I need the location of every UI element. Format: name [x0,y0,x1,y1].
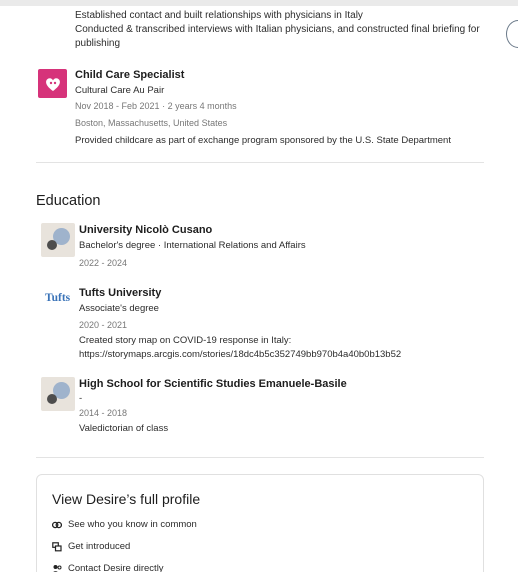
experience-date-range: Nov 2018 - Feb 2021 [75,101,160,111]
cultural-care-logo[interactable] [38,69,67,98]
experience-dates: Nov 2018 - Feb 2021 · 2 years 4 months [75,101,237,111]
experience-company[interactable]: Cultural Care Au Pair [75,85,164,96]
experience-description-line-2: Conducted & transcribed interviews with … [75,24,480,35]
introduction-icon [52,541,62,551]
school-logo-placeholder[interactable] [41,377,75,411]
school-dates: 2022 - 2024 [79,258,128,268]
section-divider [36,457,484,458]
get-introduced-link[interactable]: Get introduced [52,541,130,552]
degree: Bachelor's degree [79,240,156,251]
top-divider [0,0,518,6]
degree: Associate's degree [79,303,159,314]
side-circle-button[interactable] [506,20,518,48]
experience-description-line-1: Established contact and built relationsh… [75,10,363,21]
school-name[interactable]: High School for Scientific Studies Emanu… [79,378,347,390]
education-section-title: Education [36,193,101,209]
card-item-label: Contact Desire directly [68,563,164,572]
experience-duration: · 2 years 4 months [162,101,237,111]
school-degree-line: Bachelor's degree · International Relati… [79,240,306,251]
tufts-logo[interactable]: Tufts [45,292,70,304]
field-of-study: · International Relations and Affairs [157,240,306,251]
heart-logo-icon [45,77,60,91]
education-description: Valedictorian of class [79,423,169,434]
experience-description: Provided childcare as part of exchange p… [75,135,451,146]
school-name[interactable]: University Nicolò Cusano [79,224,212,236]
experience-description-line-3: publishing [75,38,121,49]
full-profile-title: View Desire’s full profile [52,491,201,507]
contact-directly-link[interactable]: Contact Desire directly [52,563,164,572]
experience-title[interactable]: Child Care Specialist [75,69,184,81]
full-profile-card: View Desire’s full profile See who you k… [36,474,484,572]
school-logo-placeholder[interactable] [41,223,75,257]
section-divider [36,162,484,163]
education-description-line-1: Created story map on COVID-19 response i… [79,335,292,346]
profile-page: Established contact and built relationsh… [0,0,518,572]
education-description-link[interactable]: https://storymaps.arcgis.com/stories/18d… [79,349,401,360]
mutual-connections-icon [52,521,62,528]
contact-person-icon [52,564,62,572]
see-common-connections-link[interactable]: See who you know in common [52,519,197,530]
card-item-label: Get introduced [68,541,131,552]
degree: - [79,393,83,404]
experience-location: Boston, Massachusetts, United States [75,118,228,128]
card-item-label: See who you know in common [68,519,197,530]
school-dates: 2014 - 2018 [79,408,128,418]
school-name[interactable]: Tufts University [79,287,161,299]
school-dates: 2020 - 2021 [79,320,128,330]
